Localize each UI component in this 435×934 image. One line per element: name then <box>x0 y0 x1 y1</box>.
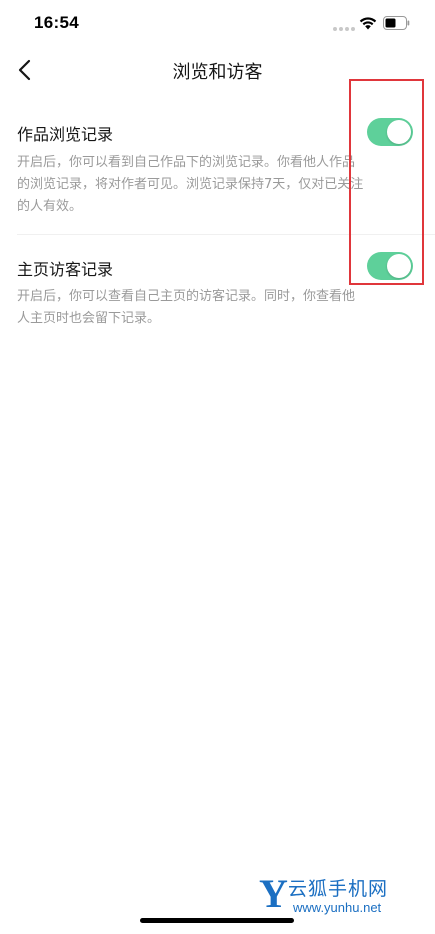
signal-icon <box>333 27 355 31</box>
setting-description: 开启后，你可以查看自己主页的访客记录。同时，你查看他 人主页时也会留下记录。 <box>17 286 422 330</box>
watermark-url: www.yunhu.net <box>293 900 382 915</box>
setting-title: 主页访客记录 <box>17 260 114 279</box>
wifi-icon <box>359 17 377 30</box>
description-line: 开启后，你可以查看自己主页的访客记录。同时，你查看他 <box>17 289 356 304</box>
home-indicator[interactable] <box>140 918 294 923</box>
highlight-annotation-box <box>349 79 424 285</box>
status-bar: 16:54 <box>0 0 435 48</box>
status-time: 16:54 <box>34 13 79 32</box>
watermark-letter: Y <box>259 871 288 916</box>
battery-icon <box>383 16 410 30</box>
description-line: 人主页时也会留下记录。 <box>17 311 161 326</box>
watermark-name: 云狐手机网 <box>288 878 389 900</box>
watermark-logo: Y 云狐手机网 www.yunhu.net <box>259 871 429 918</box>
setting-title: 作品浏览记录 <box>17 125 114 144</box>
